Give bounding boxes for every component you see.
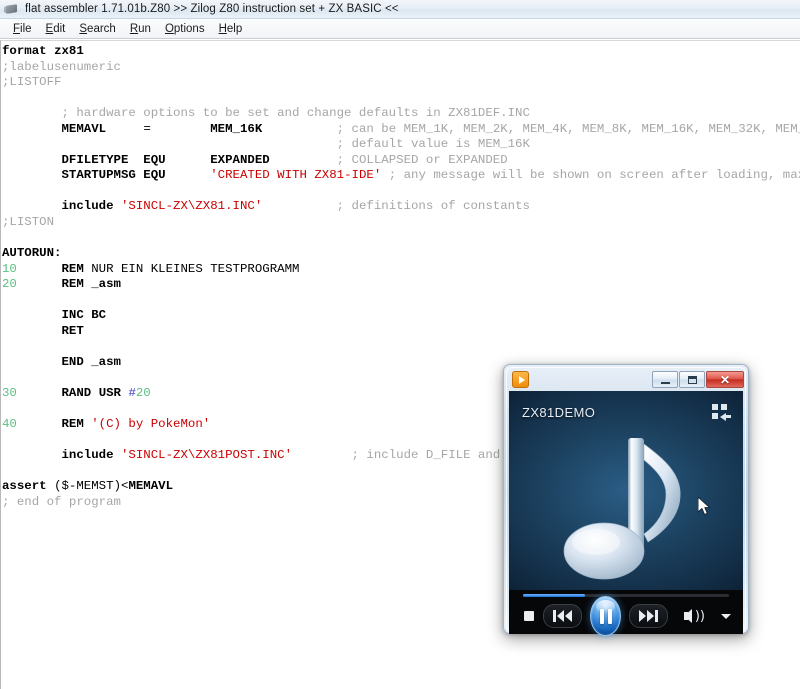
wmp-caption-buttons: ✕ (652, 371, 744, 388)
minimize-icon (660, 381, 670, 384)
code-line: MEMAVL = MEM_16K ; can be MEM_1K, MEM_2K… (61, 121, 800, 136)
code-line: format zx81 (2, 44, 84, 58)
menu-search[interactable]: Search (72, 23, 122, 35)
volume-dropdown-icon[interactable] (721, 613, 731, 619)
code-line: DFILETYPE EQU EXPANDED ; COLLAPSED or EX… (61, 152, 508, 167)
wmp-control-bar: )) (509, 590, 743, 636)
next-button[interactable] (628, 604, 668, 628)
menu-run[interactable]: Run (123, 23, 158, 35)
volume-button[interactable]: )) (683, 608, 705, 624)
code-line: AUTORUN: (2, 246, 62, 261)
transport-controls: )) (509, 596, 743, 636)
code-line: ; default value is MEM_16K (2, 137, 530, 152)
menu-help[interactable]: Help (212, 23, 250, 35)
close-button[interactable]: ✕ (706, 371, 744, 388)
music-note-icon (563, 437, 681, 579)
switch-to-library-icon[interactable] (712, 404, 731, 421)
menu-options[interactable]: Options (158, 23, 212, 35)
windows-media-player-window[interactable]: ✕ ZX81DEMO)) (503, 364, 749, 636)
code-line: ;LISTOFF (2, 75, 62, 90)
close-icon: ✕ (719, 372, 731, 387)
next-icon (638, 610, 658, 622)
window-titlebar: flat assembler 1.71.01b.Z80 >> Zilog Z80… (0, 0, 800, 19)
code-line: 10 REM NUR EIN KLEINES TESTPROGRAMM (2, 261, 300, 276)
menu-bar: File Edit Search Run Options Help (0, 19, 800, 39)
maximize-icon (687, 375, 697, 384)
now-playing-title: ZX81DEMO (522, 405, 596, 420)
screen-root: flat assembler 1.71.01b.Z80 >> Zilog Z80… (0, 0, 800, 689)
seek-bar-track[interactable] (523, 593, 729, 597)
menu-file[interactable]: File (6, 23, 39, 35)
code-line: RET (61, 323, 84, 338)
app-icon (4, 2, 20, 16)
code-line: ; hardware options to be set and change … (2, 106, 530, 121)
code-line: 20 REM _asm (2, 277, 121, 292)
code-line: STARTUPMSG EQU 'CREATED WITH ZX81-IDE' ;… (61, 168, 800, 183)
stop-button[interactable] (521, 606, 537, 626)
window-title: flat assembler 1.71.01b.Z80 >> Zilog Z80… (25, 3, 399, 15)
wmp-frame: ✕ ZX81DEMO)) (503, 364, 749, 636)
pause-icon-2 (607, 608, 612, 624)
media-player-icon (512, 371, 529, 388)
wmp-titlebar[interactable]: ✕ (507, 368, 745, 391)
code-line: INC BC (61, 308, 107, 323)
menu-edit[interactable]: Edit (39, 23, 73, 35)
previous-icon (553, 610, 573, 622)
pause-icon (599, 608, 604, 624)
wmp-visualization-area[interactable]: ZX81DEMO (509, 391, 743, 598)
speaker-icon (683, 609, 692, 623)
code-line: include 'SINCL-ZX\ZX81.INC' ; definition… (61, 199, 530, 214)
maximize-button[interactable] (679, 371, 705, 388)
code-line: ;labelusenumeric (2, 59, 121, 74)
stop-icon (524, 611, 535, 621)
code-line: ;LISTON (2, 215, 55, 230)
music-note-visualization (509, 419, 743, 598)
seek-bar-progress (523, 593, 585, 597)
minimize-button[interactable] (652, 371, 678, 388)
play-pause-button[interactable] (590, 596, 621, 636)
previous-button[interactable] (543, 604, 583, 628)
volume-waves-icon: )) (694, 608, 705, 624)
